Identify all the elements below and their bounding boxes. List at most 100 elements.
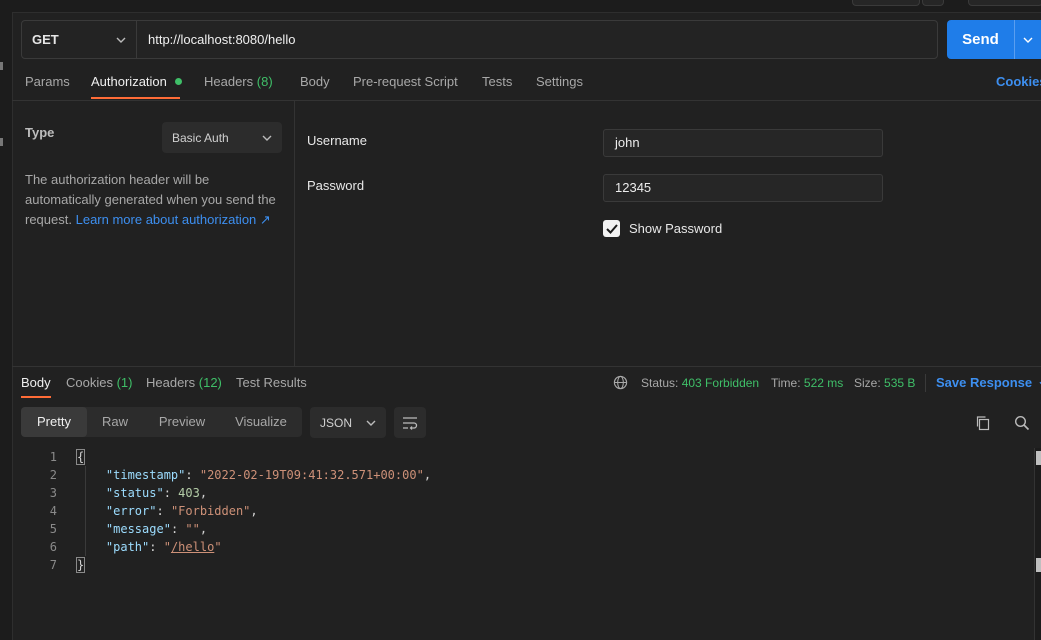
globe-icon[interactable] [613, 375, 628, 393]
response-tab-headers[interactable]: Headers (12) [146, 375, 222, 390]
tab-label: Cookies [66, 375, 113, 390]
chevron-down-icon [1023, 37, 1033, 43]
show-password-checkbox[interactable] [603, 220, 620, 237]
json-key: "status" [105, 486, 164, 500]
left-rail [0, 0, 13, 640]
json-value: "Forbidden" [170, 504, 251, 518]
tab-count: (12) [198, 375, 222, 390]
code-token: { [75, 449, 86, 465]
response-tab-body[interactable]: Body [21, 375, 51, 390]
response-tab-cookies[interactable]: Cookies (1) [66, 375, 132, 390]
size-label: Size: [854, 376, 881, 390]
tab-label: Pre-request Script [353, 74, 458, 89]
code-line: 6 "path": "/hello" [22, 538, 222, 556]
method-select[interactable]: GET [22, 21, 137, 58]
save-response-button[interactable]: Save Response [936, 375, 1041, 390]
cookies-link[interactable]: Cookies [996, 74, 1041, 89]
line-number: 3 [49, 486, 57, 500]
tab-authorization[interactable]: Authorization [91, 74, 182, 96]
password-input[interactable]: 12345 [603, 174, 883, 202]
tab-label: Tests [482, 74, 513, 89]
code-line: 5 "message": "", [22, 520, 207, 538]
rail-marker [0, 62, 3, 70]
code-scrollbar[interactable] [1034, 448, 1041, 640]
auth-type-select[interactable]: Basic Auth [162, 122, 282, 153]
tab-body[interactable]: Body [300, 74, 330, 96]
tab-params[interactable]: Params [25, 74, 70, 96]
send-options-button[interactable] [1014, 20, 1041, 59]
active-tab-underline [91, 97, 180, 99]
request-bar: GET http://localhost:8080/hello [21, 20, 938, 59]
status-value[interactable]: 403 Forbidden [682, 376, 759, 390]
send-button[interactable]: Send [947, 31, 1014, 48]
json-key: "path" [105, 540, 150, 554]
wrap-lines-button[interactable] [394, 407, 426, 438]
tab-settings[interactable]: Settings [536, 74, 583, 96]
meta-separator [925, 374, 926, 392]
scrollbar-marker [1036, 451, 1041, 465]
chevron-down-icon [366, 420, 376, 426]
send-button-group: Send [947, 20, 1041, 59]
tab-pre-request-script[interactable]: Pre-request Script [353, 74, 458, 96]
show-password-label: Show Password [629, 221, 723, 236]
tab-tests[interactable]: Tests [482, 74, 512, 96]
view-mode-preview[interactable]: Preview [151, 407, 213, 437]
top-tab-stub[interactable] [922, 0, 944, 6]
json-key: "timestamp" [105, 468, 186, 482]
time-value[interactable]: 522 ms [804, 376, 843, 390]
tab-headers[interactable]: Headers (8) [204, 74, 273, 96]
code-line: 1{ [22, 448, 86, 466]
response-time: Time: 522 ms [771, 376, 843, 390]
format-select[interactable]: JSON [310, 407, 386, 438]
json-value: 403 [178, 486, 200, 500]
format-value: JSON [320, 415, 353, 430]
url-input[interactable]: http://localhost:8080/hello [148, 21, 295, 58]
password-label: Password [307, 178, 365, 193]
wrap-lines-icon [403, 416, 418, 430]
json-value: "" [185, 522, 200, 536]
response-tab-test-results[interactable]: Test Results [236, 375, 307, 390]
json-key: "message" [105, 522, 171, 536]
view-mode-raw[interactable]: Raw [95, 407, 135, 437]
username-input[interactable]: john [603, 129, 883, 157]
size-value[interactable]: 535 B [884, 376, 915, 390]
learn-more-link[interactable]: Learn more about authorization ↗ [76, 212, 271, 227]
tabs-divider [12, 100, 1041, 101]
username-label: Username [307, 133, 367, 148]
response-size: Size: 535 B [854, 376, 915, 390]
code-token: } [75, 557, 86, 573]
tab-label: Test Results [236, 375, 307, 390]
view-mode-visualize[interactable]: Visualize [227, 407, 295, 437]
json-quote: " [214, 540, 222, 554]
line-number: 7 [49, 558, 57, 572]
status-label: Status: [641, 376, 679, 390]
view-mode-pretty[interactable]: Pretty [21, 407, 87, 437]
tab-count: (8) [256, 74, 273, 89]
top-tab-stub[interactable] [968, 0, 1041, 6]
code-line: 3 "status": 403, [22, 484, 207, 502]
chevron-down-icon [262, 135, 272, 141]
top-tab-stub[interactable] [852, 0, 920, 6]
json-value: "2022-02-19T09:41:32.571+00:00" [199, 468, 424, 482]
save-response-label: Save Response [936, 375, 1033, 390]
response-status: Status: 403 Forbidden [641, 376, 759, 390]
line-number: 1 [49, 450, 57, 464]
auth-type-label: Type [25, 125, 55, 140]
copy-button[interactable] [972, 412, 994, 434]
path-link[interactable]: /hello [171, 540, 214, 554]
tab-label: Params [25, 74, 70, 89]
line-number: 2 [49, 468, 57, 482]
line-number: 5 [49, 522, 57, 536]
auth-type-value: Basic Auth [172, 130, 229, 145]
search-button[interactable] [1011, 412, 1033, 434]
tab-count: (1) [116, 375, 133, 390]
search-icon [1014, 415, 1030, 431]
code-line: 4 "error": "Forbidden", [22, 502, 258, 520]
auth-description: The authorization header will be automat… [25, 170, 287, 230]
tab-label: Settings [536, 74, 583, 89]
auth-panel-divider [294, 101, 295, 366]
tab-label: Authorization [91, 74, 167, 89]
tab-label: Body [300, 74, 330, 89]
tab-label: Body [21, 375, 51, 390]
chevron-down-icon [116, 37, 126, 43]
